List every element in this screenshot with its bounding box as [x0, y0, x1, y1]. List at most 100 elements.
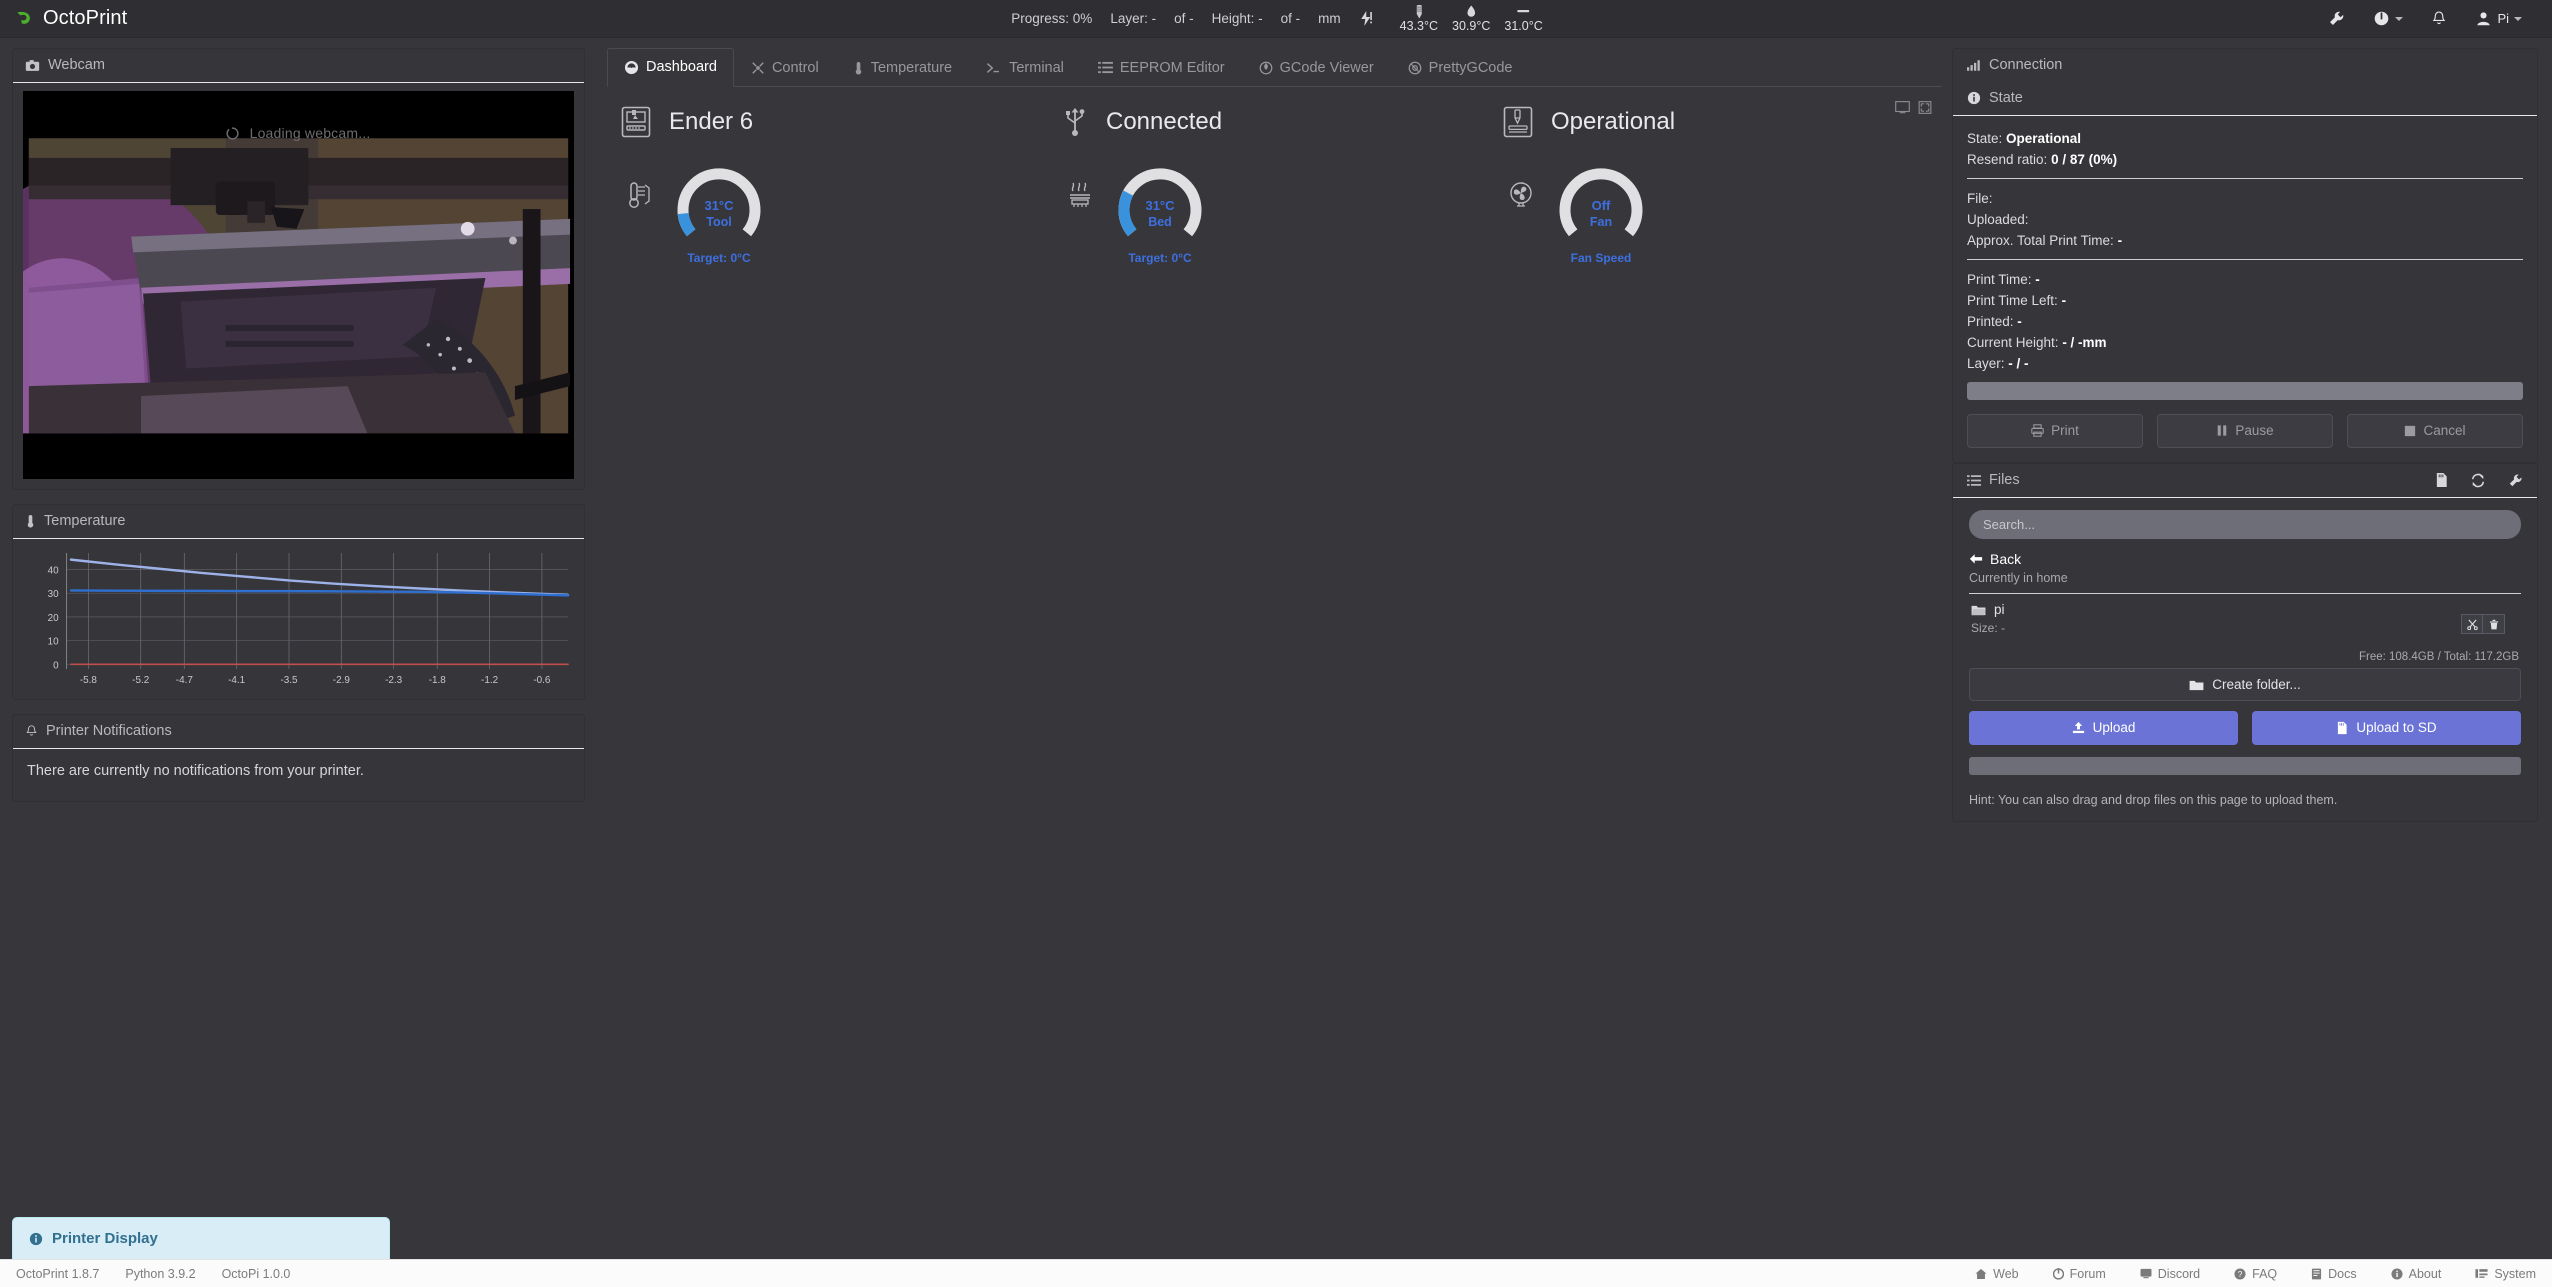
svg-text:30: 30: [48, 590, 59, 601]
svg-text:-5.8: -5.8: [80, 675, 98, 686]
upload-button-label: Upload: [2092, 720, 2136, 735]
power-button[interactable]: [2359, 0, 2417, 38]
connection-panel-header[interactable]: Connection: [1953, 49, 2537, 82]
footer-link-system[interactable]: System: [2475, 1267, 2536, 1281]
webcam-panel: Webcam Loading webcam...: [12, 48, 585, 491]
power-icon: [2375, 11, 2389, 26]
printer-display-label: Printer Display: [52, 1230, 158, 1247]
screen-icon[interactable]: [1895, 101, 1910, 114]
temperature-readouts: 43.3°C 30.9°C 31.0°C: [1393, 4, 1550, 33]
refresh-icon: [2471, 473, 2485, 487]
footer-link-docs[interactable]: Docs: [2311, 1266, 2357, 1281]
upload-button[interactable]: Upload: [1969, 711, 2238, 745]
tool-gauge[interactable]: 31°C Tool Target: 0°C: [665, 153, 773, 265]
files-search-input[interactable]: [1969, 510, 2521, 539]
notifications-button[interactable]: [2417, 0, 2461, 38]
bed-gauge-block: 31°C Bed Target: 0°C: [1054, 153, 1214, 265]
temperature-panel-header[interactable]: Temperature: [13, 505, 584, 540]
temperature-chart-svg: 0 10 20 30 40 -5.8 -5.2 -4.7 -4.1 -3.5 -2.9 -2.3 -1.…: [21, 545, 576, 696]
print-button[interactable]: Print: [1967, 414, 2143, 448]
arrow-left-icon: [1969, 554, 1983, 564]
current-height-key: Current Height:: [1967, 335, 2059, 350]
upload-icon: [2072, 721, 2084, 734]
file-name-label: pi: [1994, 602, 2005, 617]
book-icon: [2312, 1268, 2322, 1279]
create-folder-button[interactable]: Create folder...: [1969, 668, 2521, 701]
footer-link-label: System: [2494, 1266, 2536, 1281]
top-navbar: OctoPrint Progress: 0% Layer: - of - Hei…: [0, 0, 2552, 38]
files-settings-button[interactable]: [2508, 473, 2523, 488]
upload-to-sd-button[interactable]: Upload to SD: [2252, 711, 2521, 745]
user-menu-button[interactable]: Pi: [2461, 0, 2536, 38]
tab-dashboard[interactable]: Dashboard: [607, 48, 734, 87]
info-icon: [29, 1232, 43, 1245]
bed-gauge[interactable]: 31°C Bed Target: 0°C: [1106, 153, 1214, 265]
version-python: Python 3.9.2: [125, 1266, 196, 1281]
tab-prettygcode[interactable]: PrettyGCode: [1391, 48, 1530, 87]
bed-gauge-center: 31°C Bed: [1106, 197, 1214, 230]
right-sidebar: Connection State State: Operational Rese…: [1952, 38, 2552, 822]
webcam-stream[interactable]: Loading webcam...: [23, 91, 574, 480]
files-panel: Files Search... Back Currently in home p…: [1952, 463, 2538, 822]
tab-control[interactable]: Control: [734, 48, 836, 87]
temperature-chart[interactable]: 0 10 20 30 40 -5.8 -5.2 -4.7 -4.1 -3.5 -2.9 -2.3 -1.…: [21, 545, 576, 696]
notifications-panel-header[interactable]: Printer Notifications: [13, 715, 584, 750]
state-panel-header[interactable]: State: [1953, 82, 2537, 115]
footer-link-forum[interactable]: Forum: [2052, 1267, 2106, 1281]
version-octopi: OctoPi 1.0.0: [221, 1266, 291, 1281]
state-panel-body: State: Operational Resend ratio: 0 / 87 …: [1953, 116, 2537, 462]
target-icon: [1259, 61, 1273, 74]
files-back-button[interactable]: Back: [1969, 551, 2521, 567]
camera-icon: [25, 59, 40, 71]
tab-eeprom-editor[interactable]: EEPROM Editor: [1081, 48, 1242, 87]
tab-label: GCode Viewer: [1279, 59, 1374, 76]
cut-button[interactable]: [2461, 614, 2483, 634]
tab-label: Terminal: [1009, 59, 1064, 76]
files-list-icon: [1967, 474, 1981, 486]
sd-card-button[interactable]: [2435, 472, 2448, 488]
footer-link-about[interactable]: About: [2391, 1267, 2441, 1281]
cancel-button[interactable]: Cancel: [2347, 414, 2523, 448]
state-key: State:: [1967, 131, 2003, 146]
printer-state-label: Operational: [1551, 108, 1676, 135]
state-row: State: Operational: [1967, 128, 2523, 149]
terminal-icon: [987, 62, 999, 73]
user-label: Pi: [2497, 11, 2509, 26]
dashboard-panel: Ender 6 31°C Tool Target: 0°C Connected …: [607, 87, 1942, 265]
webcam-panel-header[interactable]: Webcam: [13, 49, 584, 83]
footer-link-discord[interactable]: Discord: [2140, 1267, 2200, 1281]
thermometer-icon: [27, 515, 34, 528]
fullscreen-icon[interactable]: [1918, 101, 1932, 114]
refresh-button[interactable]: [2470, 473, 2486, 488]
printer-display-tab[interactable]: Printer Display: [12, 1217, 390, 1259]
folder-icon: [2189, 680, 2204, 690]
pause-button[interactable]: Pause: [2157, 414, 2333, 448]
fan-gauge-value: Off: [1591, 198, 1611, 213]
files-hint-text: Hint: You can also drag and drop files o…: [1969, 793, 2338, 807]
discord-icon: [2140, 1268, 2152, 1279]
printer-icon: [621, 106, 651, 138]
bed-temp-icon: [1465, 4, 1477, 19]
webcam-panel-title: Webcam: [48, 57, 105, 73]
tab-gcode-viewer[interactable]: GCode Viewer: [1242, 48, 1391, 87]
footer-link-web[interactable]: Web: [1975, 1267, 2019, 1281]
fan-gauge[interactable]: Off Fan Fan Speed: [1547, 153, 1655, 265]
layer-key: Layer:: [1967, 356, 2005, 371]
tab-temperature[interactable]: Temperature: [836, 48, 969, 87]
settings-wrench-button[interactable]: [2314, 0, 2359, 38]
footer-link-label: Docs: [2328, 1266, 2357, 1281]
forum-icon: [2052, 1267, 2064, 1280]
print-time-left-value: -: [2061, 293, 2067, 308]
footer-link-faq[interactable]: ? FAQ: [2234, 1267, 2277, 1281]
brand[interactable]: OctoPrint: [0, 7, 127, 30]
file-list-item[interactable]: pi Size: -: [1969, 594, 2521, 643]
octoprint-app: OctoPrint Progress: 0% Layer: - of - Hei…: [0, 0, 2552, 1287]
files-panel-actions: [2435, 472, 2523, 488]
bed-temp-readout: 30.9°C: [1445, 4, 1497, 33]
dashboard-status-row: Ender 6 31°C Tool Target: 0°C Connected …: [613, 101, 1936, 265]
print-time-left-row: Print Time Left: -: [1967, 290, 2523, 311]
list-icon: [1097, 61, 1113, 74]
delete-button[interactable]: [2483, 614, 2505, 634]
tool-temp-value: 43.3°C: [1399, 19, 1439, 33]
tab-terminal[interactable]: Terminal: [969, 48, 1081, 87]
